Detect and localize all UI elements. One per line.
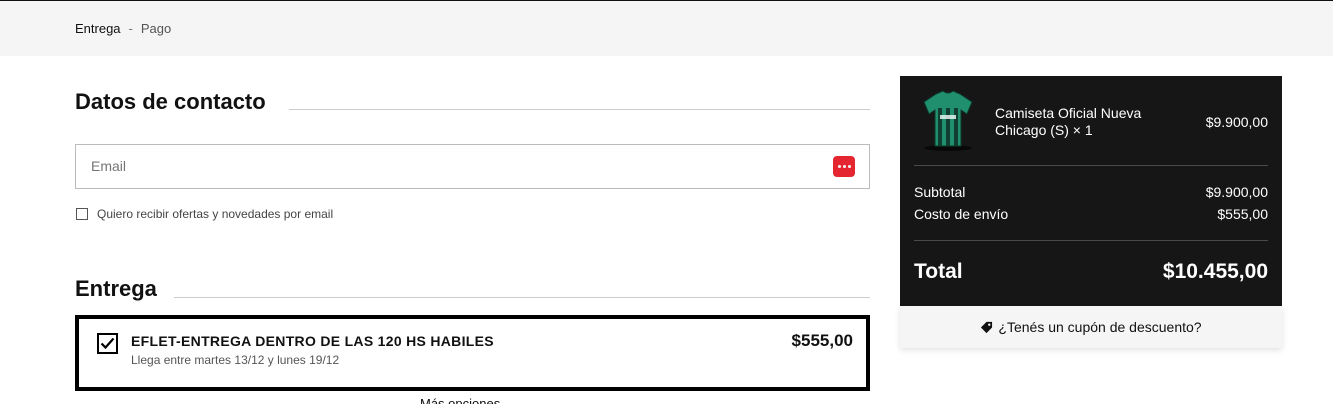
subtotal-row: Subtotal $9.900,00 [914,184,1268,200]
shipping-option[interactable]: EFLET-ENTREGA DENTRO DE LAS 120 HS HABIL… [75,315,870,391]
subtotal-label: Subtotal [914,184,966,200]
more-options-link[interactable]: Más opciones [420,396,500,404]
product-thumbnail [918,88,978,152]
shipping-option-eta: Llega entre martes 13/12 y lunes 19/12 [131,353,340,367]
contact-section-title: Datos de contacto [75,89,266,114]
breadcrumb-separator: - [128,21,133,36]
shipping-cost-label: Costo de envío [914,206,1009,222]
delivery-title-divider [174,297,870,298]
total-row: Total $10.455,00 [914,260,1268,284]
shipping-option-name: EFLET-ENTREGA DENTRO DE LAS 120 HS HABIL… [131,333,494,349]
total-label: Total [914,260,963,283]
coupon-label: ¿Tenés un cupón de descuento? [998,319,1202,335]
subtotal-value: $9.900,00 [1205,184,1268,200]
shipping-option-price: $555,00 [791,331,853,350]
email-field[interactable] [75,144,870,189]
jersey-icon [923,90,973,151]
total-value: $10.455,00 [1162,260,1268,283]
product-price: $9.900,00 [1205,114,1268,130]
order-summary: Camiseta Oficial Nueva Chicago (S) × 1 $… [900,76,1282,306]
shipping-cost-row: Costo de envío $555,00 [914,206,1268,222]
summary-divider-bottom [914,240,1268,241]
check-icon [100,337,115,350]
breadcrumb-bar: Entrega - Pago [0,1,1333,56]
shipping-cost-value: $555,00 [1217,206,1268,222]
coupon-toggle[interactable]: ¿Tenés un cupón de descuento? [900,306,1282,348]
breadcrumb-pago: Pago [140,21,172,36]
breadcrumb-entrega[interactable]: Entrega [75,21,121,36]
newsletter-label: Quiero recibir ofertas y novedades por e… [97,207,334,221]
contact-title-divider [289,109,870,110]
tag-icon [981,321,993,333]
breadcrumb: Entrega - Pago [75,21,171,36]
newsletter-optin[interactable]: Quiero recibir ofertas y novedades por e… [76,207,333,221]
summary-divider-top [914,165,1268,166]
newsletter-checkbox[interactable] [76,208,88,220]
email-input[interactable] [91,158,791,174]
delivery-section-title: Entrega [75,276,157,301]
product-name: Camiseta Oficial Nueva Chicago (S) × 1 [995,105,1142,138]
shipping-option-checkbox[interactable] [97,333,118,354]
password-manager-icon[interactable] [833,156,855,177]
